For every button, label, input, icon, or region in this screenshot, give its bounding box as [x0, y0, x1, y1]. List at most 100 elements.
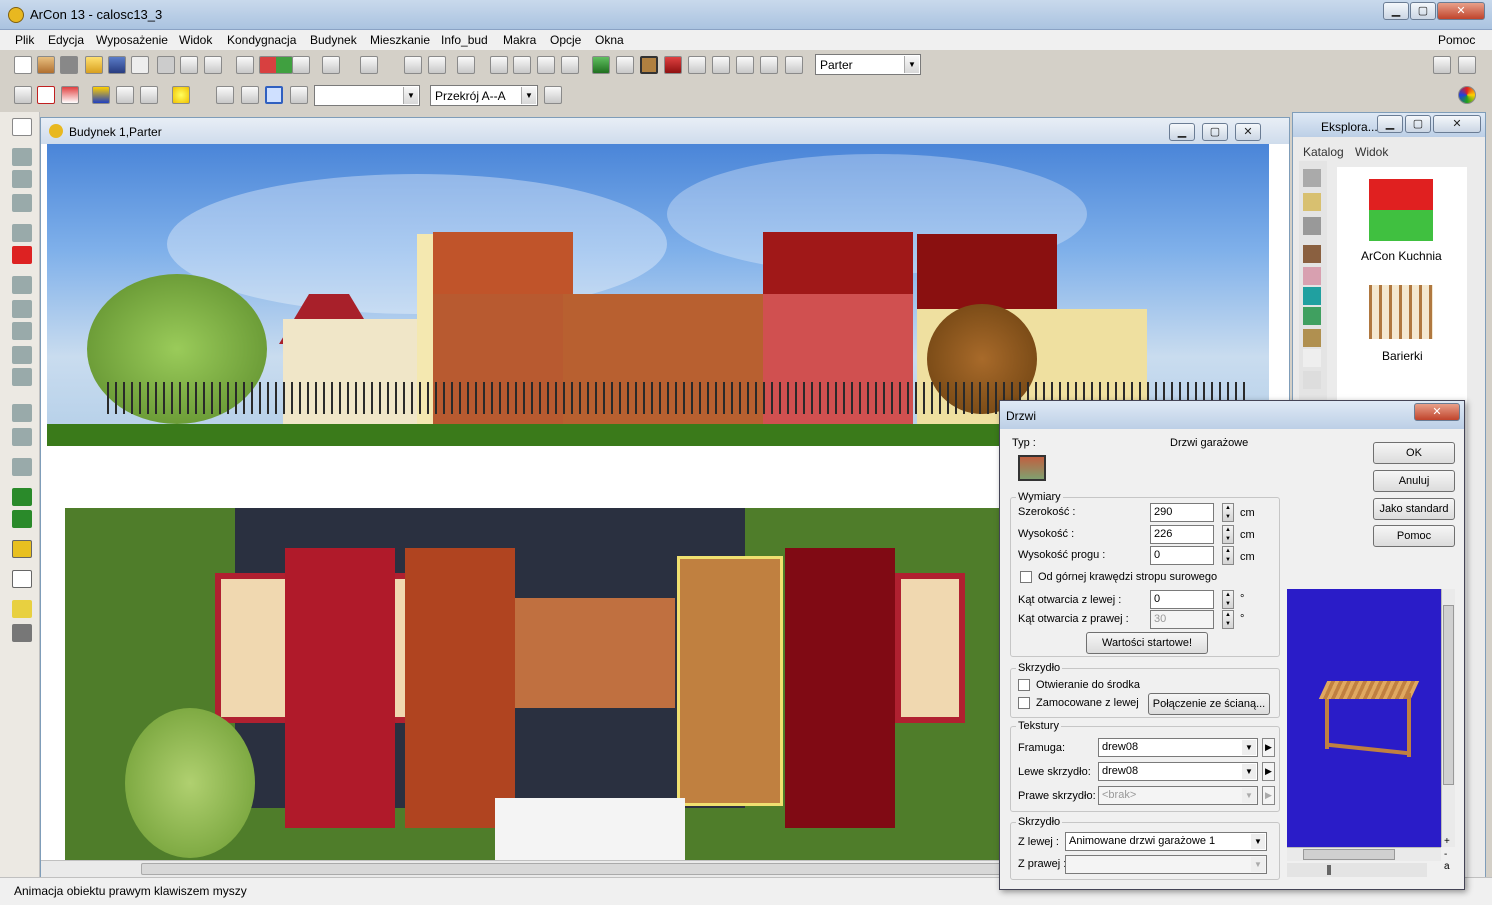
- top-edge-checkbox[interactable]: [1020, 571, 1032, 583]
- view-select[interactable]: ▼: [314, 85, 420, 106]
- wall-edit-icon[interactable]: [12, 276, 32, 294]
- menu-opcje[interactable]: Opcje: [550, 33, 581, 47]
- select-arrow-icon[interactable]: [12, 118, 32, 136]
- hinged-left-checkbox[interactable]: [1018, 697, 1030, 709]
- preview-minus[interactable]: -: [1444, 849, 1447, 860]
- grid-view-icon[interactable]: [14, 86, 32, 104]
- explorer-close-button[interactable]: ✕: [1433, 115, 1481, 133]
- open-inside-checkbox[interactable]: [1018, 679, 1030, 691]
- save-icon[interactable]: [108, 56, 126, 74]
- angle-right-field[interactable]: 30: [1150, 610, 1214, 629]
- wand-icon[interactable]: [116, 86, 134, 104]
- edit-shape-icon[interactable]: [736, 56, 754, 74]
- gear-icon[interactable]: [12, 458, 32, 476]
- chair-icon[interactable]: [640, 56, 658, 74]
- zoom-icon[interactable]: [404, 56, 422, 74]
- catalog-cat-icon[interactable]: [1303, 267, 1321, 285]
- wall-cross-icon[interactable]: [12, 300, 32, 318]
- menu-wyposazenie[interactable]: Wyposażenie: [96, 33, 168, 47]
- ramp-tool-icon[interactable]: [12, 428, 32, 446]
- brush-icon[interactable]: [12, 488, 32, 506]
- open-folder-icon[interactable]: [85, 56, 103, 74]
- zoom-fit-icon[interactable]: [428, 56, 446, 74]
- frame-select[interactable]: drew08 ▼: [1098, 738, 1258, 757]
- room-diag-icon[interactable]: [12, 194, 32, 212]
- height-field[interactable]: 226: [1150, 525, 1214, 544]
- menu-budynek[interactable]: Budynek: [310, 33, 357, 47]
- door-type-icon[interactable]: [1018, 455, 1046, 481]
- pan-icon[interactable]: [265, 86, 283, 104]
- preview-slider-handle[interactable]: [1327, 865, 1331, 875]
- preview-scroll-thumb[interactable]: [1443, 605, 1454, 785]
- section-cursor-icon[interactable]: [544, 86, 562, 104]
- print-icon[interactable]: [157, 56, 175, 74]
- help-cursor-icon[interactable]: [1458, 56, 1476, 74]
- floor-select[interactable]: Parter ▼: [815, 54, 921, 75]
- texture-icon[interactable]: [616, 56, 634, 74]
- camera-icon[interactable]: [180, 56, 198, 74]
- barrier-thumbnail[interactable]: [1369, 285, 1433, 339]
- angle-left-field[interactable]: 0: [1150, 590, 1214, 609]
- menu-info-bud[interactable]: Info_bud: [441, 33, 488, 47]
- menu-okna[interactable]: Okna: [595, 33, 624, 47]
- arc-icon[interactable]: [12, 346, 32, 364]
- house-transfer-icon[interactable]: [259, 56, 293, 74]
- preview-hscroll-thumb[interactable]: [1303, 849, 1395, 860]
- catalog-item-barierki[interactable]: Barierki: [1382, 349, 1423, 363]
- help-button[interactable]: Pomoc: [1373, 525, 1455, 547]
- width-stepper[interactable]: ▲ ▼: [1222, 503, 1234, 522]
- sill-stepper[interactable]: ▲ ▼: [1222, 546, 1234, 565]
- gray-block-icon[interactable]: [60, 56, 78, 74]
- new-file-icon[interactable]: [14, 56, 32, 74]
- box-3d-icon[interactable]: [92, 86, 110, 104]
- house-open-icon[interactable]: [37, 56, 55, 74]
- catalog-cat-icon[interactable]: [1303, 371, 1321, 389]
- catalog-item-kuchnia[interactable]: ArCon Kuchnia: [1361, 249, 1442, 263]
- slope2-icon[interactable]: [785, 56, 803, 74]
- sash-left-select[interactable]: Animowane drzwi garażowe 1 ▼: [1065, 832, 1267, 851]
- catalog-cat-icon[interactable]: [1303, 193, 1321, 211]
- dimension-icon[interactable]: [12, 368, 32, 386]
- left-sash-select[interactable]: drew08 ▼: [1098, 762, 1258, 781]
- kitchen-thumbnail[interactable]: [1369, 179, 1433, 241]
- door-3d-preview[interactable]: [1287, 589, 1441, 847]
- roof-icon[interactable]: [537, 56, 555, 74]
- angle-left-stepper[interactable]: ▲ ▼: [1222, 590, 1234, 609]
- stairs-icon[interactable]: [490, 56, 508, 74]
- room-icon[interactable]: [12, 148, 32, 166]
- menu-plik[interactable]: Plik: [15, 33, 34, 47]
- notebook-icon[interactable]: [1433, 56, 1451, 74]
- terrain-icon[interactable]: [592, 56, 610, 74]
- explorer-maximize-button[interactable]: ▢: [1405, 115, 1431, 133]
- minimize-button[interactable]: ▁: [1383, 2, 1409, 20]
- paint-icon[interactable]: [664, 56, 682, 74]
- right-sash-pick-arrow[interactable]: ▶: [1262, 786, 1275, 805]
- preview-horizontal-scrollbar[interactable]: [1287, 847, 1441, 861]
- explorer-minimize-button[interactable]: ▁: [1377, 115, 1403, 133]
- frame-pick-arrow[interactable]: ▶: [1262, 738, 1275, 757]
- menu-mieszkanie[interactable]: Mieszkanie: [370, 33, 430, 47]
- stairs-tool-icon[interactable]: [12, 404, 32, 422]
- catalog-cat-icon[interactable]: [1303, 329, 1321, 347]
- layers-icon[interactable]: [12, 624, 32, 642]
- label-2d-icon[interactable]: [12, 570, 32, 588]
- left-sash-pick-arrow[interactable]: ▶: [1262, 762, 1275, 781]
- cube-icon[interactable]: [760, 56, 778, 74]
- sun-icon[interactable]: [172, 86, 190, 104]
- tab-katalog[interactable]: Katalog: [1303, 145, 1344, 159]
- doc-maximize-button[interactable]: ▢: [1202, 123, 1228, 141]
- measure-icon[interactable]: [457, 56, 475, 74]
- sash-right-select[interactable]: ▼: [1065, 855, 1267, 874]
- menu-edycja[interactable]: Edycja: [48, 33, 84, 47]
- molecule-icon[interactable]: [140, 86, 158, 104]
- hatch-icon[interactable]: [513, 56, 531, 74]
- angle-right-stepper[interactable]: ▲ ▼: [1222, 610, 1234, 629]
- wall-split-icon[interactable]: [12, 322, 32, 340]
- tab-widok[interactable]: Widok: [1355, 145, 1388, 159]
- catalog-cat-icon[interactable]: [1303, 169, 1321, 187]
- wall-connection-button[interactable]: Połączenie ze ścianą...: [1148, 693, 1270, 715]
- cancel-button[interactable]: Anuluj: [1373, 470, 1455, 492]
- menu-kondygnacja[interactable]: Kondygnacja: [227, 33, 296, 47]
- menu-pomoc[interactable]: Pomoc: [1438, 33, 1475, 47]
- menu-makra[interactable]: Makra: [503, 33, 536, 47]
